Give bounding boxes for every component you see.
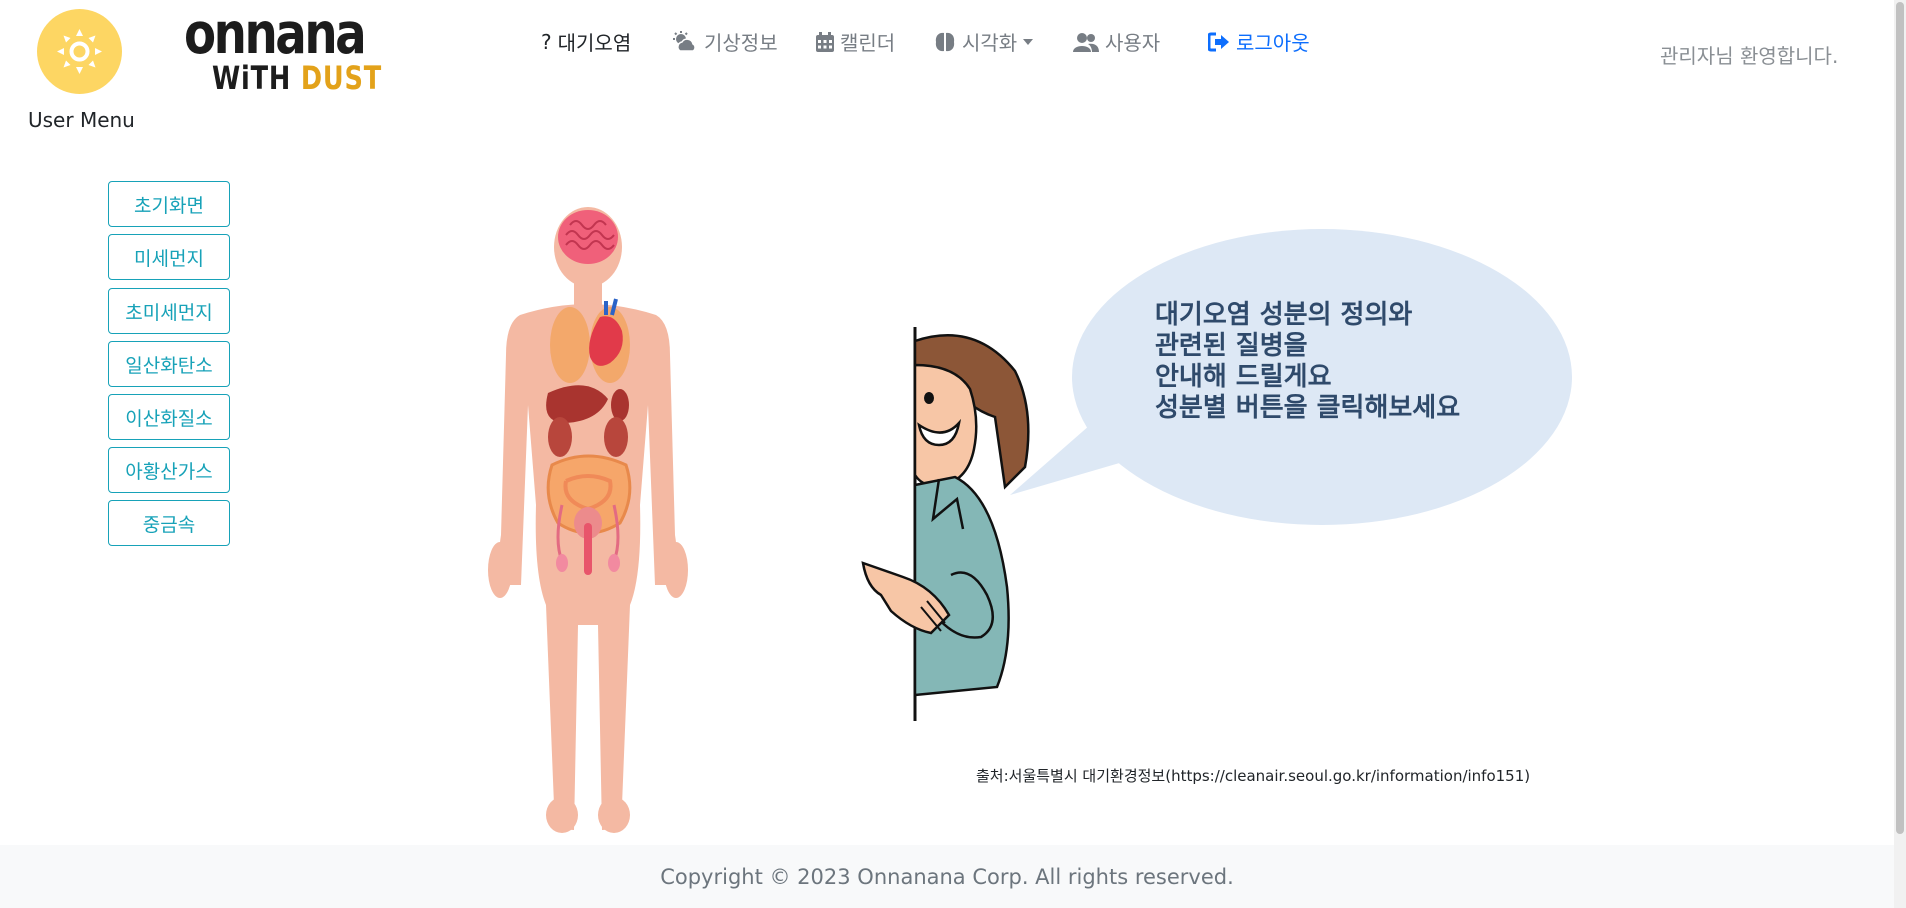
nav-calendar[interactable]: 캘린더 [816,27,895,56]
guide-character-illustration [861,327,1030,721]
sign-out-icon [1208,32,1229,51]
footer: Copyright © 2023 Onnanana Corp. All righ… [0,845,1894,908]
nav-label: 캘린더 [840,31,896,55]
btn-heavy-metals[interactable]: 중금속 [108,500,230,546]
btn-pm25[interactable]: 초미세먼지 [108,288,230,334]
btn-co[interactable]: 일산화탄소 [108,341,230,387]
speech-bubble-text: 대기오염 성분의 정의와 관련된 질병을 안내해 드릴게요 성분별 버튼을 클릭… [1155,300,1461,423]
copyright-text: Copyright © 2023 Onnanana Corp. All righ… [660,865,1234,889]
btn-no2[interactable]: 이산화질소 [108,394,230,440]
source-citation: 출처:서울특별시 대기환경정보(https://cleanair.seoul.g… [976,767,1531,785]
brand-logo[interactable]: onnana WiTH DUST [184,5,424,95]
vertical-scrollbar[interactable] [1894,0,1906,908]
nav-label: 로그아웃 [1236,31,1310,55]
brain-icon [935,32,955,51]
nav-label: 기상정보 [704,31,778,55]
nav-label: 사용자 [1105,31,1161,55]
nav-label: 대기오염 [557,31,632,55]
nav-visualization-dropdown[interactable]: 시각화 [934,27,1034,56]
user-avatar[interactable] [37,9,122,94]
scrollbar-thumb[interactable] [1896,2,1904,834]
question-icon: ? [541,29,552,54]
nav-users[interactable]: 사용자 [1073,27,1160,56]
btn-pm10[interactable]: 미세먼지 [108,234,230,280]
cloud-sun-icon [673,30,696,52]
user-menu-label[interactable]: User Menu [28,108,135,132]
human-body-illustration [488,207,688,833]
nav-weather[interactable]: 기상정보 [672,27,778,56]
btn-so2[interactable]: 아황산가스 [108,447,230,493]
users-icon [1073,32,1099,52]
nav-logout[interactable]: 로그아웃 [1208,27,1310,56]
sun-icon [57,29,102,74]
logo-line2: WiTH DUST [212,59,382,97]
nav-label: 시각화 [962,31,1018,55]
calendar-icon [816,31,834,52]
btn-home[interactable]: 초기화면 [108,181,230,227]
nav-air-pollution[interactable]: ? 대기오염 [541,27,631,56]
chevron-down-icon [1023,38,1034,45]
welcome-message: 관리자님 환영합니다. [1660,44,1839,68]
logo-line1: onnana [184,1,367,67]
